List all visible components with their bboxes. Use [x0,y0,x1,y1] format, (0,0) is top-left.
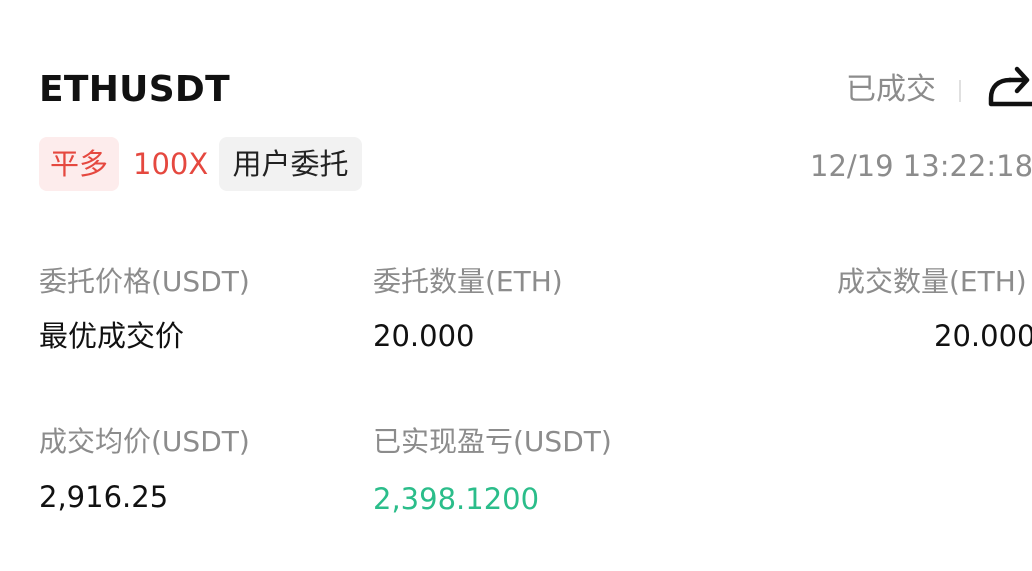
realized-pnl-value: 2,398.1200 [373,482,540,516]
order-status: 已成交 [846,72,936,107]
share-icon[interactable] [986,62,1032,110]
realized-pnl-label: 已实现盈亏(USDT) [373,425,612,458]
order-timestamp: 12/19 13:22:18 [810,149,1032,183]
avg-price-value: 2,916.25 [39,480,169,514]
side-tag: 平多 [39,137,119,191]
header-divider [959,80,961,102]
avg-price-label: 成交均价(USDT) [39,425,250,458]
filled-qty-label: 成交数量(ETH) [837,265,1027,298]
filled-qty-value: 20.000 [934,319,1032,353]
leverage-tag: 100X [133,147,209,181]
order-price-value: 最优成交价 [39,319,185,353]
order-qty-value: 20.000 [373,319,475,353]
symbol-title: ETHUSDT [39,69,230,110]
order-type-tag: 用户委托 [219,137,362,191]
order-card[interactable]: ETHUSDT 已成交 平多 100X 用户委托 12/19 13:22:18 … [0,0,1032,571]
order-qty-label: 委托数量(ETH) [373,265,563,298]
order-price-label: 委托价格(USDT) [39,265,250,298]
